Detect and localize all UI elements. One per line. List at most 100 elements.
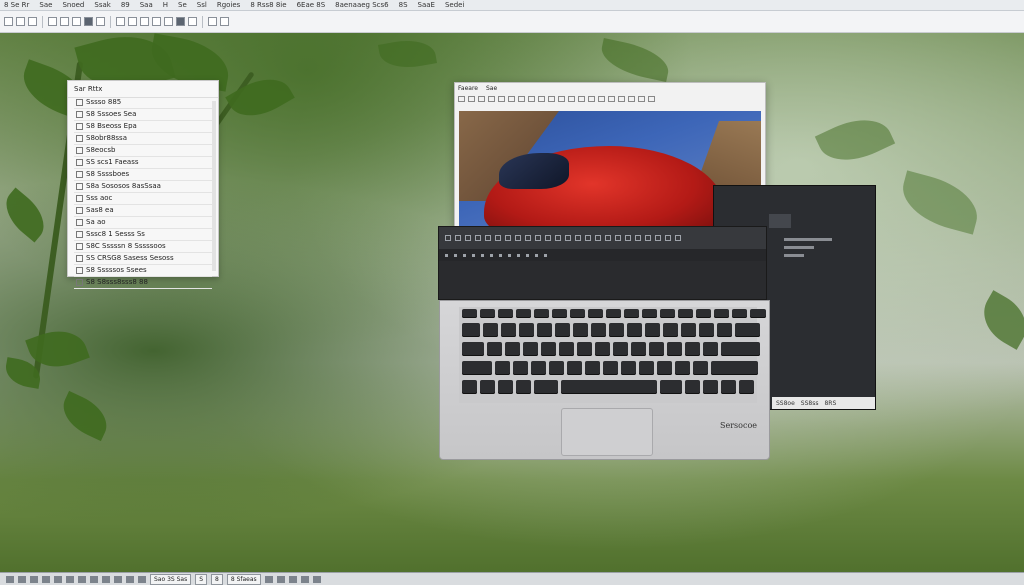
key[interactable] — [649, 342, 664, 356]
undo-icon[interactable] — [84, 17, 93, 26]
key[interactable] — [516, 380, 531, 394]
tool-icon[interactable] — [518, 95, 525, 102]
key[interactable] — [693, 361, 708, 375]
open-icon[interactable] — [16, 17, 25, 26]
menu-item[interactable]: Saa — [140, 1, 153, 9]
app-icon[interactable] — [54, 575, 62, 583]
key[interactable] — [739, 380, 754, 394]
app-icon[interactable] — [138, 575, 146, 583]
key[interactable] — [642, 309, 657, 318]
key[interactable] — [552, 309, 567, 318]
list-item[interactable]: SS scs1 Faeass — [74, 157, 212, 169]
key[interactable] — [703, 380, 718, 394]
app-icon[interactable] — [288, 575, 297, 583]
tool-icon[interactable] — [485, 235, 491, 241]
spacebar-key[interactable] — [561, 380, 657, 394]
taskbar-item[interactable]: 8 Sfaeas — [226, 573, 261, 585]
key[interactable] — [678, 309, 693, 318]
list-item[interactable]: S8 Ssssboes — [74, 169, 212, 181]
key[interactable] — [645, 323, 660, 337]
key[interactable] — [534, 380, 558, 394]
key[interactable] — [577, 342, 592, 356]
menu-item[interactable]: 8aenaaeg Scs6 — [335, 1, 388, 9]
app-icon[interactable] — [18, 575, 26, 583]
key[interactable] — [531, 361, 546, 375]
tool-icon[interactable] — [558, 95, 565, 102]
dialog-scrollbar[interactable] — [212, 101, 216, 271]
checkbox[interactable] — [76, 255, 83, 262]
key[interactable] — [735, 323, 760, 337]
app-icon[interactable] — [90, 575, 98, 583]
tool-icon[interactable] — [608, 95, 615, 102]
tool-icon[interactable] — [675, 235, 681, 241]
key[interactable] — [711, 361, 758, 375]
app-icon[interactable] — [66, 575, 74, 583]
key[interactable] — [603, 361, 618, 375]
grid-icon[interactable] — [128, 17, 137, 26]
key[interactable] — [627, 323, 642, 337]
key[interactable] — [717, 323, 732, 337]
list-item[interactable]: S8 Sssoes Sea — [74, 109, 212, 121]
key[interactable] — [657, 361, 672, 375]
list-item[interactable]: S8a Sososos 8asSsaa — [74, 181, 212, 193]
list-item[interactable]: S8 S8sss8sss8 88 — [74, 277, 212, 289]
tool-icon[interactable] — [565, 235, 571, 241]
text-icon[interactable] — [188, 17, 197, 26]
menu-item[interactable]: Snoed — [62, 1, 84, 9]
trackpad[interactable] — [561, 408, 653, 456]
key[interactable] — [498, 380, 513, 394]
key[interactable] — [595, 342, 610, 356]
app-icon[interactable] — [78, 575, 86, 583]
tool-icon[interactable] — [605, 235, 611, 241]
menu-item[interactable]: 8 Rss8 8ie — [250, 1, 286, 9]
tool-icon[interactable] — [555, 235, 561, 241]
key[interactable] — [462, 342, 484, 356]
list-item[interactable]: Sas8 ea — [74, 205, 212, 217]
tool-icon[interactable] — [535, 235, 541, 241]
key[interactable] — [721, 380, 736, 394]
key[interactable] — [501, 323, 516, 337]
checkbox[interactable] — [76, 123, 83, 130]
key[interactable] — [660, 380, 682, 394]
tool-icon[interactable] — [458, 95, 465, 102]
key[interactable] — [585, 361, 600, 375]
tool-icon[interactable] — [575, 235, 581, 241]
key[interactable] — [487, 342, 502, 356]
app-icon[interactable] — [102, 575, 110, 583]
checkbox[interactable] — [76, 147, 83, 154]
app-icon[interactable] — [30, 575, 38, 583]
checkbox[interactable] — [76, 267, 83, 274]
app-icon[interactable] — [312, 575, 321, 583]
key[interactable] — [639, 361, 654, 375]
cut-icon[interactable] — [48, 17, 57, 26]
new-icon[interactable] — [4, 17, 13, 26]
key[interactable] — [570, 309, 585, 318]
tool-icon[interactable] — [495, 235, 501, 241]
key[interactable] — [498, 309, 513, 318]
layer-icon[interactable] — [140, 17, 149, 26]
redo-icon[interactable] — [96, 17, 105, 26]
menu-item[interactable]: 6Eae 8S — [297, 1, 326, 9]
menu-item[interactable]: 89 — [121, 1, 130, 9]
start-icon[interactable] — [6, 575, 14, 583]
key[interactable] — [534, 309, 549, 318]
app-icon[interactable] — [300, 575, 309, 583]
tool-icon[interactable] — [655, 235, 661, 241]
footer-item[interactable]: 8RS — [824, 400, 836, 407]
tool-icon[interactable] — [508, 95, 515, 102]
checkbox[interactable] — [76, 183, 83, 190]
tool-icon[interactable] — [638, 95, 645, 102]
key[interactable] — [462, 323, 480, 337]
app-icon[interactable] — [42, 575, 50, 583]
key[interactable] — [549, 361, 564, 375]
footer-item[interactable]: SS8oe — [776, 400, 795, 407]
key[interactable] — [685, 380, 700, 394]
checkbox[interactable] — [76, 195, 83, 202]
tool-icon[interactable] — [625, 235, 631, 241]
list-item[interactable]: S8C Sssssn 8 Sssssoos — [74, 241, 212, 253]
checkbox[interactable] — [76, 279, 83, 286]
key[interactable] — [699, 323, 714, 337]
key[interactable] — [714, 309, 729, 318]
tool-icon[interactable] — [498, 95, 505, 102]
key[interactable] — [681, 323, 696, 337]
